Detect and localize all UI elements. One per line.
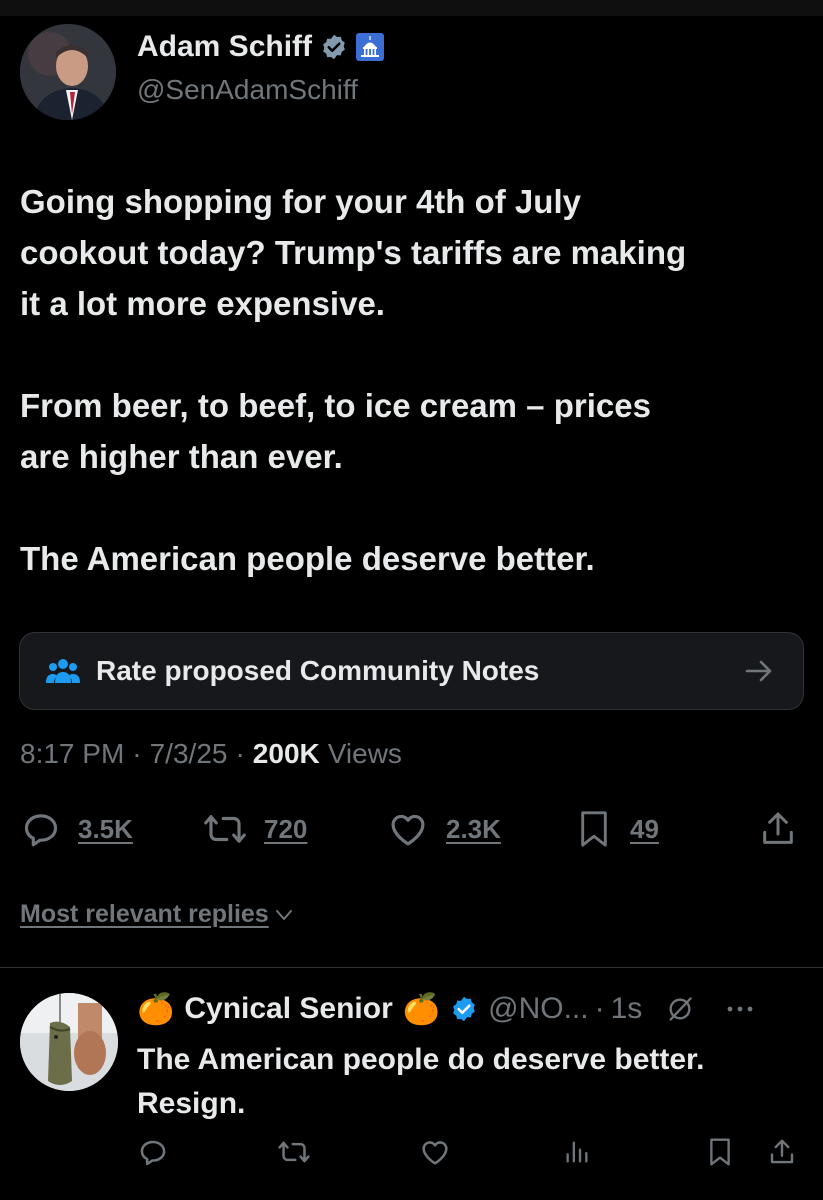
author-avatar-image [20, 24, 116, 120]
replies-sort-label[interactable]: Most relevant replies [20, 900, 269, 929]
tweet-date[interactable]: 7/3/25 [150, 738, 228, 770]
reply-text: The American people do deserve better. R… [137, 1038, 807, 1126]
chevron-down-icon [273, 904, 295, 926]
author-handle[interactable]: @SenAdamSchiff [137, 74, 358, 106]
bookmark-button[interactable]: 49 [574, 808, 659, 850]
verified-badge-icon [450, 995, 478, 1023]
reply-author-name[interactable]: Cynical Senior [184, 992, 392, 1026]
reply-bookmark-button[interactable] [705, 1136, 735, 1168]
reply-name-emoji: 🍊 [137, 992, 175, 1026]
capitol-icon [356, 33, 385, 61]
tweet-text-line: are higher than ever. [20, 438, 343, 475]
tweet-text-line: From beer, to beef, to ice cream – price… [20, 387, 651, 424]
tweet-text-line: it a lot more expensive. [20, 285, 385, 322]
repost-count[interactable]: 720 [264, 814, 307, 845]
reply-reply-button[interactable] [137, 1136, 169, 1168]
tweet-time[interactable]: 8:17 PM [20, 738, 124, 770]
bookmark-icon [574, 808, 614, 850]
grok-icon[interactable] [666, 995, 694, 1023]
reply-text-line: The American people do deserve better. [137, 1043, 705, 1076]
verified-badge-icon [320, 33, 348, 61]
divider [0, 967, 823, 968]
repost-button[interactable]: 720 [202, 808, 307, 850]
like-icon [419, 1136, 451, 1168]
tweet-action-bar: 3.5K 720 2.3K 49 [20, 808, 800, 852]
repost-icon [202, 808, 248, 850]
status-bar-strip [0, 0, 823, 16]
views-label: Views [327, 738, 402, 769]
tweet-text-line: Going shopping for your 4th of July [20, 183, 581, 220]
share-button[interactable] [758, 808, 798, 850]
bookmark-icon [705, 1136, 735, 1168]
meta-separator: · [132, 738, 142, 769]
repost-icon [277, 1136, 311, 1168]
reply-time[interactable]: 1s [611, 992, 643, 1026]
community-notes-label: Rate proposed Community Notes [96, 655, 540, 686]
views-count: 200K [252, 738, 320, 769]
reply-avatar-image [20, 993, 118, 1091]
more-icon[interactable] [726, 1004, 754, 1014]
reply-avatar[interactable] [20, 993, 118, 1091]
people-icon [46, 656, 80, 686]
reply-header: 🍊 Cynical Senior 🍊 @NO... · 1s [137, 987, 754, 1031]
share-icon [758, 808, 798, 850]
bookmark-count[interactable]: 49 [630, 814, 659, 845]
reply-separator: · [594, 992, 605, 1025]
like-count[interactable]: 2.3K [446, 814, 501, 845]
reply-share-button[interactable] [767, 1136, 797, 1168]
author-name[interactable]: Adam Schiff [137, 30, 312, 64]
reply-like-button[interactable] [419, 1136, 451, 1168]
reply-action-bar [137, 1136, 802, 1172]
reply-repost-button[interactable] [277, 1136, 311, 1168]
author-avatar[interactable] [20, 24, 116, 120]
reply-button[interactable]: 3.5K [20, 808, 133, 850]
views-icon [563, 1136, 591, 1168]
reply-text-line: Resign. [137, 1087, 246, 1120]
like-button[interactable]: 2.3K [386, 808, 501, 850]
tweet-text: Going shopping for your 4th of July cook… [20, 176, 810, 584]
reply-icon [137, 1136, 169, 1168]
meta-separator: · [235, 738, 245, 769]
like-icon [386, 808, 430, 850]
tweet-text-line: cookout today? Trump's tariffs are makin… [20, 234, 687, 271]
replies-sort-dropdown[interactable]: Most relevant replies [20, 900, 295, 929]
tweet-text-line: The American people deserve better. [20, 540, 595, 577]
rate-community-notes-button[interactable]: Rate proposed Community Notes [19, 632, 804, 710]
reply-count[interactable]: 3.5K [78, 814, 133, 845]
reply-name-emoji: 🍊 [402, 992, 441, 1026]
reply-author-handle[interactable]: @NO... [488, 992, 588, 1026]
arrow-right-icon [743, 655, 775, 687]
reply-views-button[interactable] [563, 1136, 591, 1168]
share-icon [767, 1136, 797, 1168]
author-name-row[interactable]: Adam Schiff [137, 30, 385, 64]
reply-icon [20, 808, 62, 850]
tweet-meta: 8:17 PM · 7/3/25 · 200K Views [20, 738, 402, 770]
